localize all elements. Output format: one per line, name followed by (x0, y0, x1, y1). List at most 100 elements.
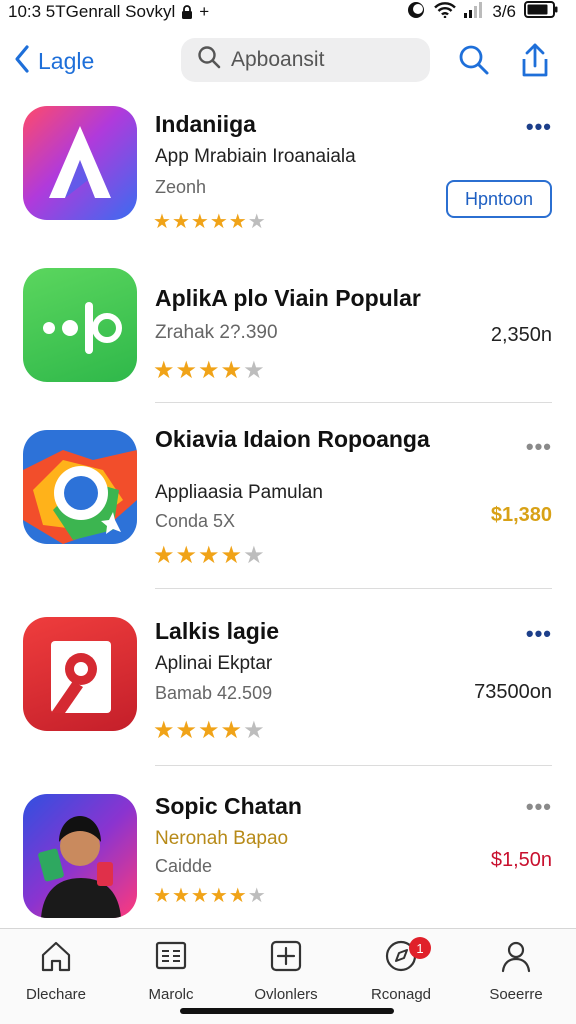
battery-icon (524, 1, 558, 23)
star-rating: ★ ★ ★ ★ ★ (153, 717, 265, 744)
app-meta: Zrahak 2?.390 (155, 322, 278, 343)
app-store-screen: 10:3 5TGenrall Sovkyl + 3/6 Lagle Apboan… (0, 0, 576, 1024)
signal-icon (464, 1, 484, 23)
magnifier-icon (458, 45, 490, 80)
tab-home[interactable]: Dlechare (6, 939, 106, 1003)
app-price[interactable]: $1,380 (491, 504, 552, 527)
row-divider (155, 765, 552, 766)
battery-percent: 3/6 (492, 2, 516, 21)
star-icon: ★ (190, 885, 209, 907)
app-price[interactable]: 2,350n (491, 324, 552, 347)
more-button[interactable]: ••• (526, 794, 552, 820)
tab-label: Marolc (148, 986, 194, 1003)
star-outline-icon: ★ (243, 357, 265, 384)
status-plus: + (199, 2, 210, 21)
star-icon: ★ (153, 885, 171, 907)
star-icon: ★ (171, 211, 190, 233)
nav-bar: Lagle Apboansit (0, 32, 576, 92)
star-icon: ★ (175, 717, 198, 744)
search-button[interactable] (458, 44, 490, 81)
row-divider (155, 402, 552, 403)
star-icon: ★ (175, 357, 198, 384)
app-price[interactable]: 73500on (474, 681, 552, 704)
tab-label: Soeerre (489, 986, 543, 1003)
search-placeholder: Apboansit (231, 48, 325, 71)
star-icon: ★ (190, 211, 209, 233)
star-icon: ★ (171, 885, 190, 907)
app-meta: Bamab 42.509 (155, 683, 273, 703)
search-field[interactable]: Apboansit (181, 38, 430, 82)
star-icon: ★ (220, 542, 243, 569)
star-icon: ★ (220, 717, 243, 744)
search-icon (197, 45, 221, 75)
app-title: AplikA plo Viain Popular (155, 285, 421, 311)
more-button[interactable]: ••• (526, 621, 552, 647)
back-label: Lagle (38, 48, 95, 74)
tab-label: Dlechare (25, 986, 87, 1003)
half-star-icon: ★ (228, 885, 247, 907)
app-title: Indaniiga (155, 111, 256, 137)
tab-explore[interactable]: 1 Rconagd (351, 937, 451, 1003)
star-outline-icon: ★ (243, 717, 265, 744)
app-title: Okiavia Idaion Ropoanga (155, 426, 430, 452)
app-row[interactable]: Indaniiga App Mrabiain Iroanaiala Zeonh … (0, 106, 576, 246)
wifi-icon (434, 1, 457, 23)
more-button[interactable]: ••• (526, 114, 552, 140)
letter-a-gradient-icon (23, 106, 137, 220)
status-bar: 10:3 5TGenrall Sovkyl + 3/6 (0, 0, 576, 24)
person-icon (499, 939, 533, 978)
tab-grid[interactable]: Marolc (121, 939, 221, 1003)
green-dots-icon (23, 268, 137, 382)
more-button[interactable]: ••• (526, 434, 552, 460)
app-subtitle: Neronah Bapao (155, 828, 289, 849)
star-outline-icon: ★ (247, 885, 266, 907)
status-time: 10:3 5TGenrall Sovkyl (8, 2, 176, 21)
grid-icon (154, 939, 188, 978)
star-icon: ★ (153, 717, 175, 744)
half-star-icon: ★ (228, 211, 247, 233)
star-rating: ★ ★ ★ ★ ★ ★ (153, 886, 266, 906)
star-icon: ★ (153, 211, 171, 233)
star-icon: ★ (209, 885, 228, 907)
app-subtitle: Appliaasia Pamulan (155, 482, 323, 503)
star-rating: ★ ★ ★ ★ ★ (153, 542, 265, 569)
star-rating: ★ ★ ★ ★ ★ ★ (153, 212, 266, 232)
colorful-ring-icon (23, 430, 137, 544)
house-icon (39, 939, 73, 978)
notification-badge: 1 (409, 937, 431, 959)
share-button[interactable] (518, 42, 552, 83)
star-icon: ★ (220, 357, 243, 384)
star-outline-icon: ★ (243, 542, 265, 569)
get-button[interactable]: Hpntoon (446, 180, 552, 218)
status-left: 10:3 5TGenrall Sovkyl + (8, 2, 209, 22)
app-subtitle: App Mrabiain Iroanaiala (155, 146, 356, 167)
app-meta: Zeonh (155, 177, 207, 197)
app-row[interactable]: Lalkis lagie Aplinai Ekptar Bamab 42.509… (0, 617, 576, 767)
tab-label: Ovlonlers (254, 986, 318, 1003)
star-icon: ★ (209, 211, 228, 233)
app-price[interactable]: $1,50n (491, 849, 552, 872)
person-photo-icon (23, 794, 137, 918)
tab-add[interactable]: Ovlonlers (236, 939, 336, 1003)
star-outline-icon: ★ (247, 211, 266, 233)
plus-square-icon (269, 939, 303, 978)
app-title: Lalkis lagie (155, 618, 280, 644)
app-meta: Conda 5X (155, 511, 236, 531)
tab-profile[interactable]: Soeerre (466, 939, 566, 1003)
app-row[interactable]: Okiavia Idaion Ropoanga Appliaasia Pamul… (0, 426, 576, 590)
app-subtitle: Aplinai Ekptar (155, 653, 273, 674)
app-title: Sopic Chatan (155, 793, 302, 819)
app-row[interactable]: Sopic Chatan Neronah Bapao Caidde ★ ★ ★ ★ ★ ★… (0, 794, 576, 922)
star-icon: ★ (153, 542, 175, 569)
home-indicator[interactable] (180, 1008, 394, 1014)
app-row[interactable]: AplikA plo Viain Popular Zrahak 2?.390 ★… (0, 268, 576, 408)
star-icon: ★ (153, 357, 175, 384)
red-key-icon (23, 617, 137, 731)
star-icon: ★ (198, 357, 220, 384)
back-button[interactable]: Lagle (14, 44, 94, 79)
status-right: 3/6 (406, 1, 558, 24)
chevron-left-icon (14, 44, 30, 79)
lock-icon (181, 5, 193, 19)
star-icon: ★ (198, 717, 220, 744)
star-rating: ★ ★ ★ ★ ★ (153, 357, 265, 384)
